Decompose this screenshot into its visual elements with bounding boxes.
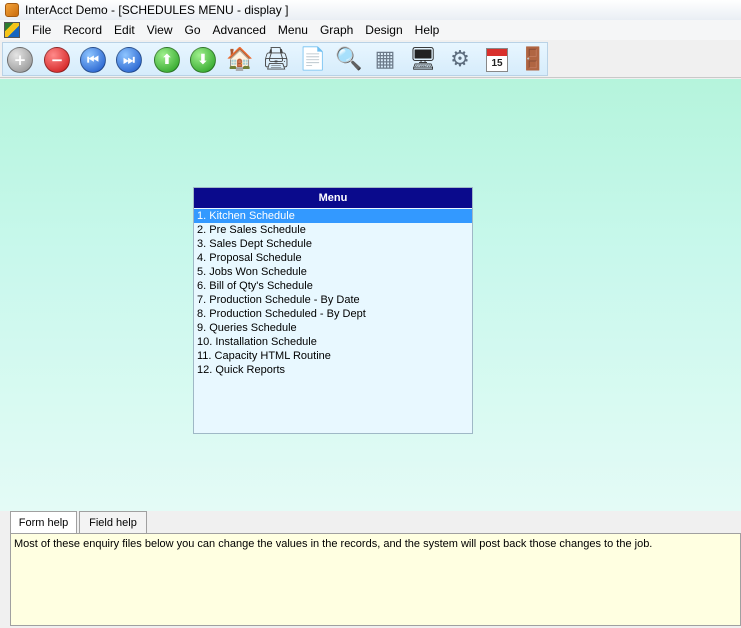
menu-list-item[interactable]: 4. Proposal Schedule <box>194 251 472 265</box>
settings-button[interactable]: ⚙ <box>445 45 475 75</box>
tab-field-help[interactable]: Field help <box>79 511 147 533</box>
menu-file[interactable]: File <box>26 23 57 37</box>
schedules-menu-panel: Menu 1. Kitchen Schedule 2. Pre Sales Sc… <box>193 187 473 434</box>
move-up-icon: ⬆ <box>154 47 180 73</box>
menu-view[interactable]: View <box>141 23 179 37</box>
menu-list-item[interactable]: 1. Kitchen Schedule <box>194 209 472 223</box>
calendar-button[interactable]: 15 <box>482 45 512 75</box>
monitor-icon: 🖥 <box>409 47 437 72</box>
menu-list-item[interactable]: 9. Queries Schedule <box>194 321 472 335</box>
search-button[interactable]: 🔍 <box>334 45 364 75</box>
toolbar: + − ⏮ ⏭ ⬆ ⬇ 🏠 🖨 📄 🔍 ▦ 🖥 ⚙ 15 🚪 <box>0 40 741 78</box>
delete-record-button[interactable]: − <box>42 45 72 75</box>
menu-panel-header: Menu <box>194 188 472 208</box>
move-up-button[interactable]: ⬆ <box>152 45 182 75</box>
menu-bar: File Record Edit View Go Advanced Menu G… <box>0 20 741 40</box>
menu-list-item[interactable]: 5. Jobs Won Schedule <box>194 265 472 279</box>
title-bar: InterAcct Demo - [SCHEDULES MENU - displ… <box>0 0 741 20</box>
menu-list-item[interactable]: 2. Pre Sales Schedule <box>194 223 472 237</box>
menu-list-item[interactable]: 12. Quick Reports <box>194 363 472 377</box>
printer-icon: 🖨 <box>262 47 290 72</box>
menu-advanced[interactable]: Advanced <box>207 23 272 37</box>
tab-form-help[interactable]: Form help <box>10 511 77 534</box>
document-icon: 📄 <box>299 47 327 72</box>
menu-go[interactable]: Go <box>179 23 207 37</box>
help-text-box: Most of these enquiry files below you ca… <box>10 533 741 626</box>
document-button[interactable]: 📄 <box>298 45 328 75</box>
exit-door-icon: 🚪 <box>519 47 547 72</box>
binary-data-icon: ▦ <box>374 47 396 72</box>
menu-list-item[interactable]: 11. Capacity HTML Routine <box>194 349 472 363</box>
menu-design[interactable]: Design <box>359 23 408 37</box>
menu-menu[interactable]: Menu <box>272 23 314 37</box>
child-window-icon[interactable] <box>4 22 20 38</box>
add-record-button[interactable]: + <box>5 45 35 75</box>
settings-gear-icon: ⚙ <box>450 47 470 72</box>
menu-list-item[interactable]: 8. Production Scheduled - By Dept <box>194 307 472 321</box>
menu-help[interactable]: Help <box>409 23 446 37</box>
magnifier-icon: 🔍 <box>335 47 363 72</box>
menu-list: 1. Kitchen Schedule 2. Pre Sales Schedul… <box>194 208 472 377</box>
binary-data-button[interactable]: ▦ <box>370 45 400 75</box>
move-down-button[interactable]: ⬇ <box>188 45 218 75</box>
last-record-icon: ⏭ <box>116 47 142 73</box>
first-record-icon: ⏮ <box>80 47 106 73</box>
first-record-button[interactable]: ⏮ <box>78 45 108 75</box>
help-text: Most of these enquiry files below you ca… <box>14 538 653 550</box>
menu-list-item[interactable]: 6. Bill of Qty's Schedule <box>194 279 472 293</box>
last-record-button[interactable]: ⏭ <box>114 45 144 75</box>
move-down-icon: ⬇ <box>190 47 216 73</box>
print-button[interactable]: 🖨 <box>261 45 291 75</box>
window-title: InterAcct Demo - [SCHEDULES MENU - displ… <box>25 3 289 17</box>
menu-list-item[interactable]: 10. Installation Schedule <box>194 335 472 349</box>
exit-button[interactable]: 🚪 <box>518 45 548 75</box>
menu-list-item[interactable]: 3. Sales Dept Schedule <box>194 237 472 251</box>
menu-graph[interactable]: Graph <box>314 23 359 37</box>
help-tabs: Form help Field help <box>0 511 741 534</box>
menu-list-item[interactable]: 7. Production Schedule - By Date <box>194 293 472 307</box>
menu-record[interactable]: Record <box>57 23 108 37</box>
add-circle-icon: + <box>7 47 33 73</box>
home-icon: 🏠 <box>226 47 254 72</box>
app-icon <box>5 3 19 17</box>
home-button[interactable]: 🏠 <box>225 45 255 75</box>
calendar-icon: 15 <box>486 48 508 72</box>
menu-edit[interactable]: Edit <box>108 23 141 37</box>
display-button[interactable]: 🖥 <box>408 45 438 75</box>
remove-circle-icon: − <box>44 47 70 73</box>
